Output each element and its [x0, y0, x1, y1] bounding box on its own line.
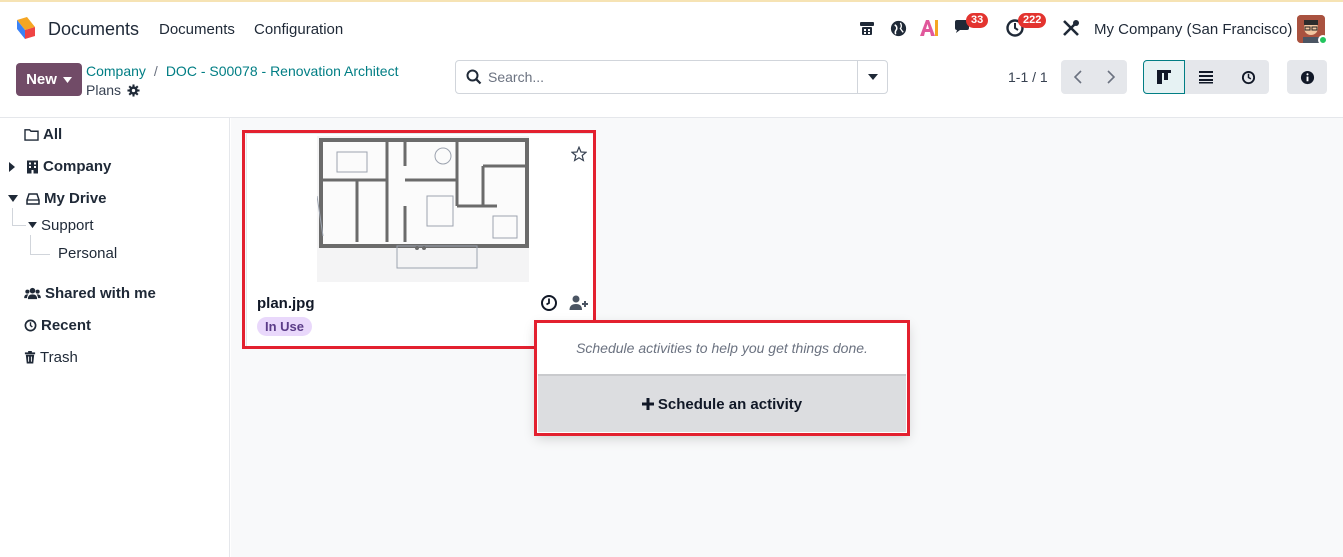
app-name[interactable]: Documents: [48, 19, 139, 40]
current-folder-label: Plans: [86, 82, 122, 98]
pager-previous-button[interactable]: [1061, 60, 1094, 94]
tree-connector: [30, 254, 50, 255]
folder-label: Personal: [58, 245, 118, 262]
list-view-button[interactable]: [1185, 60, 1227, 94]
search-icon: [466, 69, 482, 85]
document-card[interactable]: plan.jpg In Use: [246, 133, 594, 347]
ai-icon[interactable]: [918, 17, 940, 39]
globe-icon[interactable]: [887, 17, 909, 39]
plus-icon: [641, 398, 654, 410]
schedule-activity-clock-icon[interactable]: [540, 294, 558, 312]
breadcrumb: Company / DOC - S00078 - Renovation Archit…: [86, 63, 399, 79]
company-switcher[interactable]: My Company (San Francisco): [1094, 21, 1292, 38]
folder-support[interactable]: Support: [28, 217, 94, 234]
search-input[interactable]: [488, 67, 848, 87]
info-icon: [1300, 70, 1314, 84]
phone-icon[interactable]: [856, 17, 878, 39]
chevron-right-icon: [1106, 70, 1115, 84]
activity-clock-icon[interactable]: 222: [1004, 13, 1047, 39]
share-user-icon[interactable]: [569, 294, 589, 312]
caret-down-icon: [62, 76, 72, 83]
caret-right-icon[interactable]: [8, 161, 16, 172]
kanban-icon: [1157, 70, 1171, 84]
kanban-view-button[interactable]: [1143, 60, 1185, 94]
building-icon: [27, 160, 38, 173]
details-panel-button[interactable]: [1287, 60, 1327, 94]
popover-hint: Schedule activities to help you get thin…: [576, 340, 868, 356]
breadcrumb-folder[interactable]: DOC - S00078 - Renovation Architect: [166, 63, 399, 79]
tree-connector: [12, 208, 13, 226]
breadcrumb-company[interactable]: Company: [86, 63, 146, 79]
folder-trash[interactable]: Trash: [24, 349, 78, 366]
list-icon: [1199, 71, 1213, 84]
folder-sidebar: All Company My Drive Support Personal Sh…: [0, 118, 230, 557]
clock-icon: [1241, 70, 1255, 84]
gear-icon[interactable]: [127, 83, 140, 97]
status-tag: In Use: [257, 317, 313, 336]
folder-recent[interactable]: Recent: [24, 317, 91, 334]
hard-drive-icon: [26, 192, 40, 205]
chevron-left-icon: [1073, 70, 1082, 84]
new-button[interactable]: New: [16, 63, 82, 96]
chat-icon[interactable]: 33: [952, 13, 989, 39]
folder-label: Recent: [41, 317, 92, 334]
tools-icon[interactable]: [1060, 17, 1082, 39]
new-button-label: New: [26, 71, 57, 88]
caret-down-icon[interactable]: [8, 194, 18, 203]
folder-label: All: [43, 126, 63, 143]
folder-label: Trash: [40, 349, 78, 366]
star-icon[interactable]: [571, 146, 587, 162]
current-folder: Plans: [86, 82, 140, 98]
folder-label: Company: [43, 158, 112, 175]
activity-view-button[interactable]: [1227, 60, 1269, 94]
folder-company[interactable]: Company: [8, 158, 111, 175]
folder-my-drive[interactable]: My Drive: [8, 190, 107, 207]
caret-down-icon[interactable]: [28, 222, 37, 229]
schedule-activity-button[interactable]: Schedule an activity: [538, 374, 906, 432]
schedule-activity-label: Schedule an activity: [657, 395, 803, 413]
messages-badge: 33: [966, 13, 989, 28]
document-thumbnail[interactable]: [316, 136, 529, 282]
folder-label: My Drive: [44, 190, 107, 207]
folder-label: Shared with me: [45, 285, 156, 302]
folder-open-icon: [24, 129, 39, 141]
folder-label: Support: [41, 217, 94, 234]
pager-next-button[interactable]: [1094, 60, 1127, 94]
caret-down-icon: [867, 74, 878, 80]
menu-documents[interactable]: Documents: [159, 21, 235, 38]
activity-popover: Schedule activities to help you get thin…: [536, 322, 908, 434]
documents-app-logo[interactable]: [14, 16, 38, 40]
activities-badge: 222: [1018, 13, 1047, 28]
pager-value[interactable]: 1-1 / 1: [1008, 69, 1048, 85]
clock-icon: [24, 319, 37, 332]
users-icon: [24, 287, 41, 300]
folder-shared-with-me[interactable]: Shared with me: [24, 285, 156, 302]
online-status-dot: [1318, 35, 1328, 45]
trash-icon: [24, 351, 36, 364]
search-options-toggle[interactable]: [857, 61, 887, 93]
tree-connector: [12, 225, 26, 226]
menu-configuration[interactable]: Configuration: [254, 21, 343, 38]
floor-plan-image: [316, 136, 529, 282]
top-navbar: Documents Documents Configuration 33 222…: [0, 0, 1343, 55]
folder-all[interactable]: All: [24, 126, 62, 143]
document-name[interactable]: plan.jpg: [257, 295, 315, 312]
folder-personal[interactable]: Personal: [58, 245, 117, 262]
search-bar: [455, 60, 888, 94]
tree-connector: [30, 235, 31, 255]
